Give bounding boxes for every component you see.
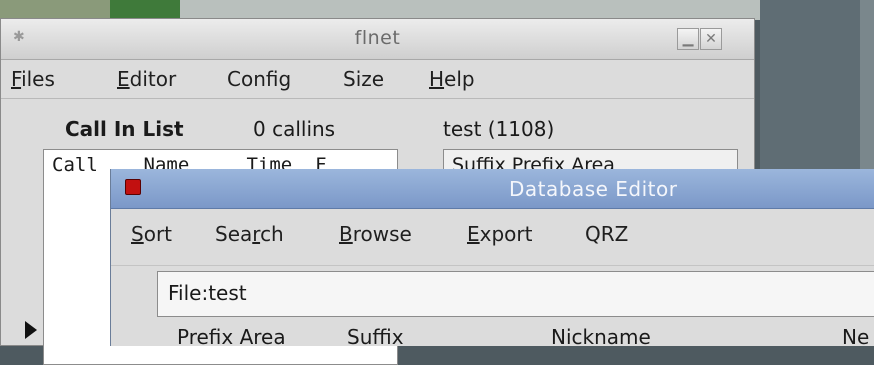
menu-files[interactable]: Files <box>11 67 55 91</box>
db-editor-menubar: Sort Search Browse Export QRZ <box>111 209 874 266</box>
menu-qrz[interactable]: QRZ <box>585 222 628 246</box>
menu-size[interactable]: Size <box>343 67 384 91</box>
column-header-ne[interactable]: Ne <box>842 325 869 349</box>
flnet-menubar: Files Editor Config Size Help <box>1 60 754 99</box>
column-header-nickname[interactable]: Nickname <box>551 325 651 349</box>
database-icon[interactable] <box>125 179 141 195</box>
net-label: test (1108) <box>443 117 555 141</box>
menu-config[interactable]: Config <box>227 67 291 91</box>
call-in-list-label: Call In List <box>65 117 184 141</box>
desktop-background-top <box>180 0 820 20</box>
menu-editor[interactable]: Editor <box>117 67 176 91</box>
file-field: File:test <box>157 271 874 317</box>
menu-help[interactable]: Help <box>429 67 475 91</box>
close-icon: ✕ <box>705 31 717 47</box>
flnet-titlebar[interactable]: ✱ flnet ▁ ✕ <box>1 19 754 60</box>
db-editor-titlebar[interactable]: Database Editor <box>111 169 874 209</box>
menu-export[interactable]: Export <box>467 222 532 246</box>
column-header-prefix-area[interactable]: Prefix Area <box>177 325 286 349</box>
minimize-button[interactable]: ▁ <box>677 28 699 50</box>
menu-search[interactable]: Search <box>215 222 284 246</box>
desktop-background <box>0 0 120 20</box>
callins-count: 0 callins <box>253 117 336 141</box>
minimize-icon: ▁ <box>682 31 694 47</box>
arrow-right-icon <box>25 321 37 339</box>
close-button[interactable]: ✕ <box>700 28 722 50</box>
window-title: flnet <box>354 27 401 49</box>
column-header-suffix[interactable]: Suffix <box>347 325 404 349</box>
database-editor-window: Database Editor Sort Search Browse Expor… <box>110 169 874 349</box>
desktop-leaf <box>110 0 180 20</box>
menu-sort[interactable]: Sort <box>131 222 172 246</box>
db-editor-title: Database Editor <box>509 177 678 201</box>
menu-browse[interactable]: Browse <box>339 222 412 246</box>
